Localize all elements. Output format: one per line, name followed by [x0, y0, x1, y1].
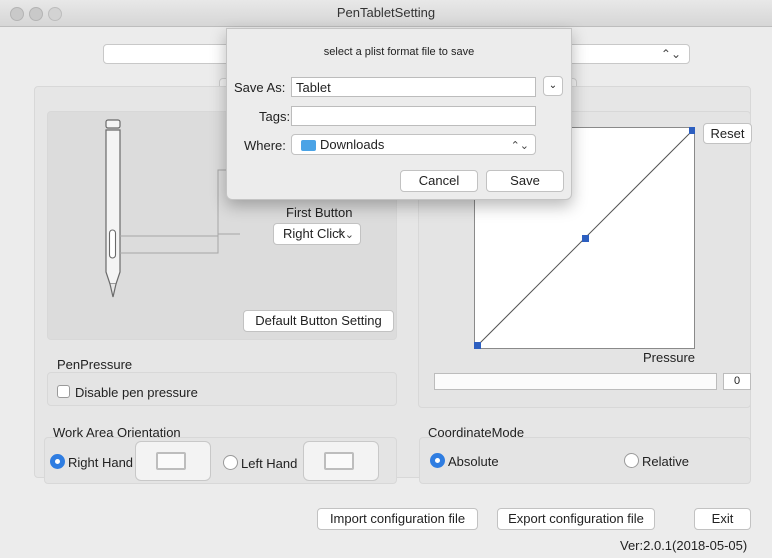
export-configuration-button[interactable]: Export configuration file	[497, 508, 655, 530]
right-hand-label: Right Hand	[68, 455, 134, 470]
curve-point-mid	[582, 235, 589, 242]
tags-label: Tags:	[259, 109, 291, 124]
absolute-label: Absolute	[448, 454, 499, 469]
expand-dialog-button[interactable]: ⌄	[543, 76, 563, 96]
curve-point-min	[474, 342, 481, 349]
pen-illustration	[105, 119, 240, 298]
default-button-setting-button[interactable]: Default Button Setting	[243, 310, 394, 332]
save-dialog-prompt: select a plist format file to save	[323, 46, 475, 58]
reset-button[interactable]: Reset	[703, 123, 752, 144]
window-title: PenTabletSetting	[336, 5, 436, 20]
save-dialog: select a plist format file to save Save …	[226, 28, 572, 200]
where-value: Downloads	[320, 137, 385, 152]
disable-pen-pressure-checkbox[interactable]	[57, 385, 70, 398]
disable-pen-pressure-label: Disable pen pressure	[75, 385, 198, 400]
import-configuration-button[interactable]: Import configuration file	[317, 508, 478, 530]
where-select[interactable]: Downloads ⌃⌄	[291, 134, 536, 155]
tags-input[interactable]	[291, 106, 536, 126]
save-as-label: Save As:	[234, 80, 286, 95]
chevron-down-icon: ⌄	[548, 80, 558, 91]
left-hand-label: Left Hand	[241, 456, 298, 471]
relative-radio[interactable]	[624, 453, 639, 468]
right-hand-orientation-icon[interactable]	[135, 441, 211, 481]
select-arrows-icon: ⌃⌄	[335, 229, 354, 241]
first-button-label: First Button	[286, 205, 353, 220]
curve-point-max	[689, 127, 695, 134]
save-as-value: Tablet	[296, 80, 331, 95]
version-label: Ver:2.0.1(2018-05-05)	[620, 538, 748, 553]
save-as-input[interactable]: Tablet	[291, 77, 536, 97]
select-arrows-icon: ⌃⌄	[660, 47, 681, 61]
right-hand-radio[interactable]	[50, 454, 65, 469]
save-button[interactable]: Save	[486, 170, 564, 192]
relative-label: Relative	[642, 454, 689, 469]
where-label: Where:	[244, 138, 286, 153]
left-hand-radio[interactable]	[223, 455, 238, 470]
cancel-button[interactable]: Cancel	[400, 170, 478, 192]
folder-icon	[301, 140, 316, 151]
pen-pressure-section-label: PenPressure	[57, 357, 133, 372]
pressure-value: 0	[723, 373, 751, 390]
first-button-select[interactable]: Right Click ⌃⌄	[273, 223, 361, 245]
pressure-label: Pressure	[643, 350, 696, 365]
select-arrows-icon: ⌃⌄	[510, 140, 529, 152]
exit-button[interactable]: Exit	[694, 508, 751, 530]
absolute-radio[interactable]	[430, 453, 445, 468]
pressure-bar	[434, 373, 717, 390]
left-hand-orientation-icon[interactable]	[303, 441, 379, 481]
